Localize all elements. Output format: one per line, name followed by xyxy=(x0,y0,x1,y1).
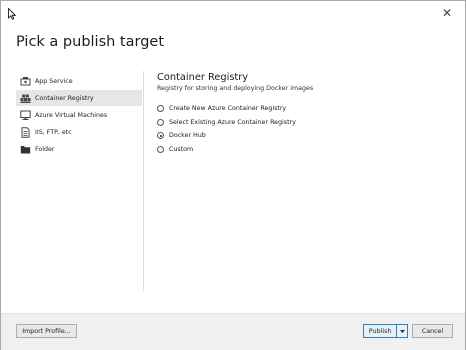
sidebar-item-label: Folder xyxy=(35,145,55,153)
option-label: Docker Hub xyxy=(169,132,206,140)
sidebar-item-label: Azure Virtual Machines xyxy=(35,111,108,119)
sidebar-item-label: IIS, FTP, etc xyxy=(35,128,72,136)
radio-button[interactable] xyxy=(157,118,164,126)
sidebar-item-folder[interactable]: Folder xyxy=(16,141,142,157)
radio-button[interactable] xyxy=(157,105,164,113)
folder-icon xyxy=(20,145,31,153)
sidebar-item-iis-ftp[interactable]: IIS, FTP, etc xyxy=(16,124,142,140)
close-button[interactable]: ✕ xyxy=(439,5,455,21)
publish-dropdown-button[interactable] xyxy=(397,325,407,337)
container-registry-icon xyxy=(20,94,31,103)
radio-button[interactable] xyxy=(157,132,164,140)
app-service-icon xyxy=(20,76,31,85)
close-icon: ✕ xyxy=(441,6,453,20)
option-label: Select Existing Azure Container Registry xyxy=(169,118,296,126)
radio-button[interactable] xyxy=(157,145,164,153)
import-profile-button[interactable]: Import Profile... xyxy=(16,324,77,338)
dialog-footer: Import Profile... Publish Cancel xyxy=(1,313,465,350)
publish-button[interactable]: Publish xyxy=(364,325,398,337)
sidebar-item-container-registry[interactable]: Container Registry xyxy=(16,90,142,106)
mouse-cursor-icon xyxy=(8,8,16,20)
vertical-divider xyxy=(143,71,144,291)
panel-title: Container Registry xyxy=(157,72,249,83)
sidebar-item-label: App Service xyxy=(35,77,73,85)
target-details-panel: Container Registry Registry for storing … xyxy=(157,72,447,156)
sidebar-item-azure-virtual-machines[interactable]: Azure Virtual Machines xyxy=(16,107,142,123)
publish-split-button[interactable]: Publish xyxy=(363,324,408,338)
chevron-down-icon xyxy=(399,329,405,333)
option-create-new-registry[interactable]: Create New Azure Container Registry xyxy=(157,102,447,116)
option-custom[interactable]: Custom xyxy=(157,143,447,157)
cancel-button[interactable]: Cancel xyxy=(412,324,453,338)
sidebar-item-label: Container Registry xyxy=(35,94,94,102)
option-label: Create New Azure Container Registry xyxy=(169,105,287,113)
sidebar-item-app-service[interactable]: App Service xyxy=(16,73,142,89)
dialog-title: Pick a publish target xyxy=(16,34,165,50)
option-label: Custom xyxy=(169,145,194,153)
virtual-machine-icon xyxy=(20,110,31,120)
option-docker-hub[interactable]: Docker Hub xyxy=(157,129,447,143)
panel-subtitle: Registry for storing and deploying Docke… xyxy=(157,85,314,92)
option-select-existing-registry[interactable]: Select Existing Azure Container Registry xyxy=(157,116,447,130)
publish-dialog: ✕ Pick a publish target App Service Cont… xyxy=(0,0,466,350)
document-icon xyxy=(21,126,30,138)
publish-target-list: App Service Container Registry Azure Vir… xyxy=(16,73,142,158)
